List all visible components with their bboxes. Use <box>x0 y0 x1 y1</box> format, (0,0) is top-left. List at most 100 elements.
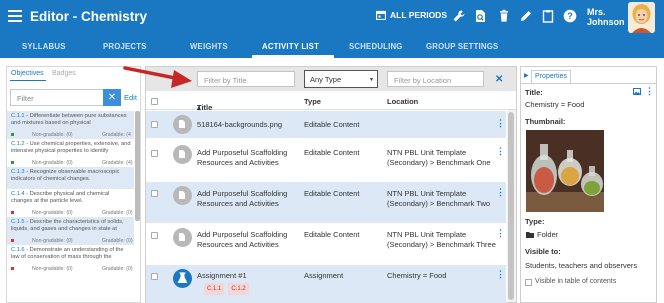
objective-code: C.1.5 <box>11 219 25 225</box>
objective-item[interactable]: C.1.2 - Use chemical properties, extensi… <box>7 139 134 167</box>
tab-objectives[interactable]: Objectives <box>11 70 44 77</box>
row-more-icon[interactable]: ⋮ <box>496 228 505 239</box>
objectives-scrollbar[interactable] <box>135 111 140 221</box>
avatar[interactable] <box>628 2 655 33</box>
objective-text: - Demonstrate an understanding of the la… <box>11 247 124 260</box>
image-icon[interactable] <box>633 88 641 95</box>
tab-projects[interactable]: PROJECTS <box>103 42 147 51</box>
clear-filter-button[interactable]: ✕ <box>103 89 121 106</box>
objective-item[interactable]: C.1.5 - Describe the characteristics of … <box>7 217 134 245</box>
properties-panel: ▶ Properties Title: ⋮ Chemistry = Food T… <box>520 66 657 303</box>
table-row[interactable]: Add Purposeful Scaffolding Resources and… <box>146 223 506 265</box>
row-checkbox[interactable] <box>151 150 158 157</box>
calendar-icon <box>376 10 386 20</box>
status-dot <box>11 239 14 242</box>
table-of-contents-checkbox[interactable] <box>525 279 532 286</box>
collapse-panel-icon[interactable]: ▶ <box>524 72 529 79</box>
nongradable-count: Non-gradable: (0) <box>32 132 73 138</box>
gradable-count: Gradable: (0) <box>102 266 133 272</box>
row-more-icon[interactable]: ⋮ <box>496 269 505 280</box>
row-type: Assignment <box>304 271 344 280</box>
row-title[interactable]: Add Purposeful Scaffolding Resources and… <box>197 189 297 209</box>
gradable-count: Gradable: (0) <box>102 210 133 216</box>
wrench-icon[interactable] <box>452 9 466 23</box>
thumbnail-image[interactable] <box>526 130 604 212</box>
status-dot <box>11 211 14 214</box>
row-more-icon[interactable]: ⋮ <box>496 187 505 198</box>
main-nav: SYLLABUS PROJECTS WEIGHTS ACTIVITY LIST … <box>0 36 664 58</box>
row-title[interactable]: Add Purposeful Scaffolding Resources and… <box>197 148 297 168</box>
status-dot <box>11 161 14 164</box>
row-checkbox[interactable] <box>151 273 158 280</box>
clipboard-icon[interactable] <box>541 9 555 23</box>
objectives-panel: Objectives Badges Filter ✕ Edit C.1.1 - … <box>6 66 141 303</box>
filter-by-location-input[interactable]: Filter by Location <box>387 71 484 87</box>
objective-code: C.1.6 <box>11 247 25 253</box>
objective-item[interactable]: C.1.3 - Recognize observable macroscopic… <box>7 167 134 189</box>
trash-icon[interactable] <box>497 9 511 23</box>
page-title: Editor - Chemistry <box>30 9 148 24</box>
tab-activity-list[interactable]: ACTIVITY LIST <box>262 42 319 51</box>
all-periods-label: ALL PERIODS <box>390 10 447 20</box>
objective-badge[interactable]: C.1.2 <box>228 283 249 295</box>
table-row[interactable]: Add Purposeful Scaffolding Resources and… <box>146 140 506 182</box>
row-more-icon[interactable]: ⋮ <box>496 146 505 157</box>
preview-document-icon[interactable] <box>473 9 487 23</box>
table-row[interactable]: Add Purposeful Scaffolding Resources and… <box>146 182 506 223</box>
row-checkbox[interactable] <box>151 121 158 128</box>
all-periods-button[interactable]: ALL PERIODS <box>376 10 447 20</box>
edit-objectives-link[interactable]: Edit <box>124 93 137 102</box>
objective-code: C.1.4 <box>11 191 25 197</box>
row-badges: C.1.1 C.1.2 <box>204 283 253 295</box>
gradable-count: Gradable: (4 <box>102 132 131 138</box>
tab-syllabus[interactable]: SYLLABUS <box>22 42 66 51</box>
help-icon[interactable]: ? <box>563 9 577 23</box>
objective-item[interactable]: C.1.6 - Demonstrate an understanding of … <box>7 245 134 273</box>
visible-to-value: Students, teachers and observers <box>525 261 638 270</box>
hamburger-menu-icon[interactable] <box>8 10 22 22</box>
tab-properties[interactable]: Properties <box>531 70 571 83</box>
visible-to-label: Visible to: <box>525 247 561 256</box>
status-dot <box>11 267 14 270</box>
row-title[interactable]: 518164-backgrounds.png <box>197 120 282 130</box>
activity-list-scrollbar[interactable] <box>508 112 514 300</box>
filter-by-title-input[interactable]: Filter by Title <box>197 71 295 87</box>
filter-toolbar: Filter by Title Any Type ▼ Filter by Loc… <box>146 67 516 91</box>
objectives-list: C.1.1 - Differentiate between pure subst… <box>7 111 134 273</box>
clear-filters-icon[interactable]: ✕ <box>495 74 503 85</box>
left-panel-tabs: Objectives Badges <box>7 67 140 81</box>
status-dot <box>11 133 14 136</box>
objective-item[interactable]: C.1.1 - Differentiate between pure subst… <box>7 111 134 139</box>
file-icon <box>173 186 192 205</box>
row-more-icon[interactable]: ⋮ <box>496 118 505 129</box>
row-location: NTN PBL Unit Template (Secondary) > Benc… <box>387 230 496 249</box>
svg-text:?: ? <box>567 11 573 21</box>
column-header-location[interactable]: Location <box>387 97 418 106</box>
row-checkbox[interactable] <box>151 232 158 239</box>
tab-weights[interactable]: WEIGHTS <box>190 42 228 51</box>
user-name[interactable]: Mrs. Johnson <box>587 7 625 27</box>
type-value: Folder <box>537 230 559 239</box>
table-row[interactable]: Assignment #1 C.1.1 C.1.2 Assignment Chem… <box>146 265 506 303</box>
objective-item[interactable]: C.1.4 - Describe physical and chemical c… <box>7 189 134 217</box>
objectives-filter-input[interactable]: Filter <box>10 89 104 106</box>
row-title[interactable]: Add Purposeful Scaffolding Resources and… <box>197 230 297 250</box>
nongradable-count: Non-gradable: (0) <box>32 210 73 216</box>
tab-group-settings[interactable]: GROUP SETTINGS <box>426 42 498 51</box>
tab-badges[interactable]: Badges <box>52 70 76 77</box>
row-title[interactable]: Assignment #1 <box>197 271 247 281</box>
objective-badge[interactable]: C.1.1 <box>204 283 225 295</box>
objective-code: C.1.1 <box>11 113 25 119</box>
select-all-checkbox[interactable] <box>151 98 158 105</box>
pencil-icon[interactable] <box>519 9 533 23</box>
row-checkbox[interactable] <box>151 190 158 197</box>
objective-counts: Non-gradable: (0) <box>11 132 73 139</box>
row-location: Chemistry = Food <box>387 271 447 280</box>
properties-more-icon[interactable]: ⋮ <box>645 86 654 97</box>
type-filter-select[interactable]: Any Type ▼ <box>304 70 378 88</box>
column-header-type[interactable]: Type <box>304 97 321 106</box>
row-type: Editable Content <box>304 189 360 198</box>
folder-icon <box>526 232 534 238</box>
table-row[interactable]: 518164-backgrounds.png Editable Content … <box>146 111 506 138</box>
tab-scheduling[interactable]: SCHEDULING <box>349 42 403 51</box>
